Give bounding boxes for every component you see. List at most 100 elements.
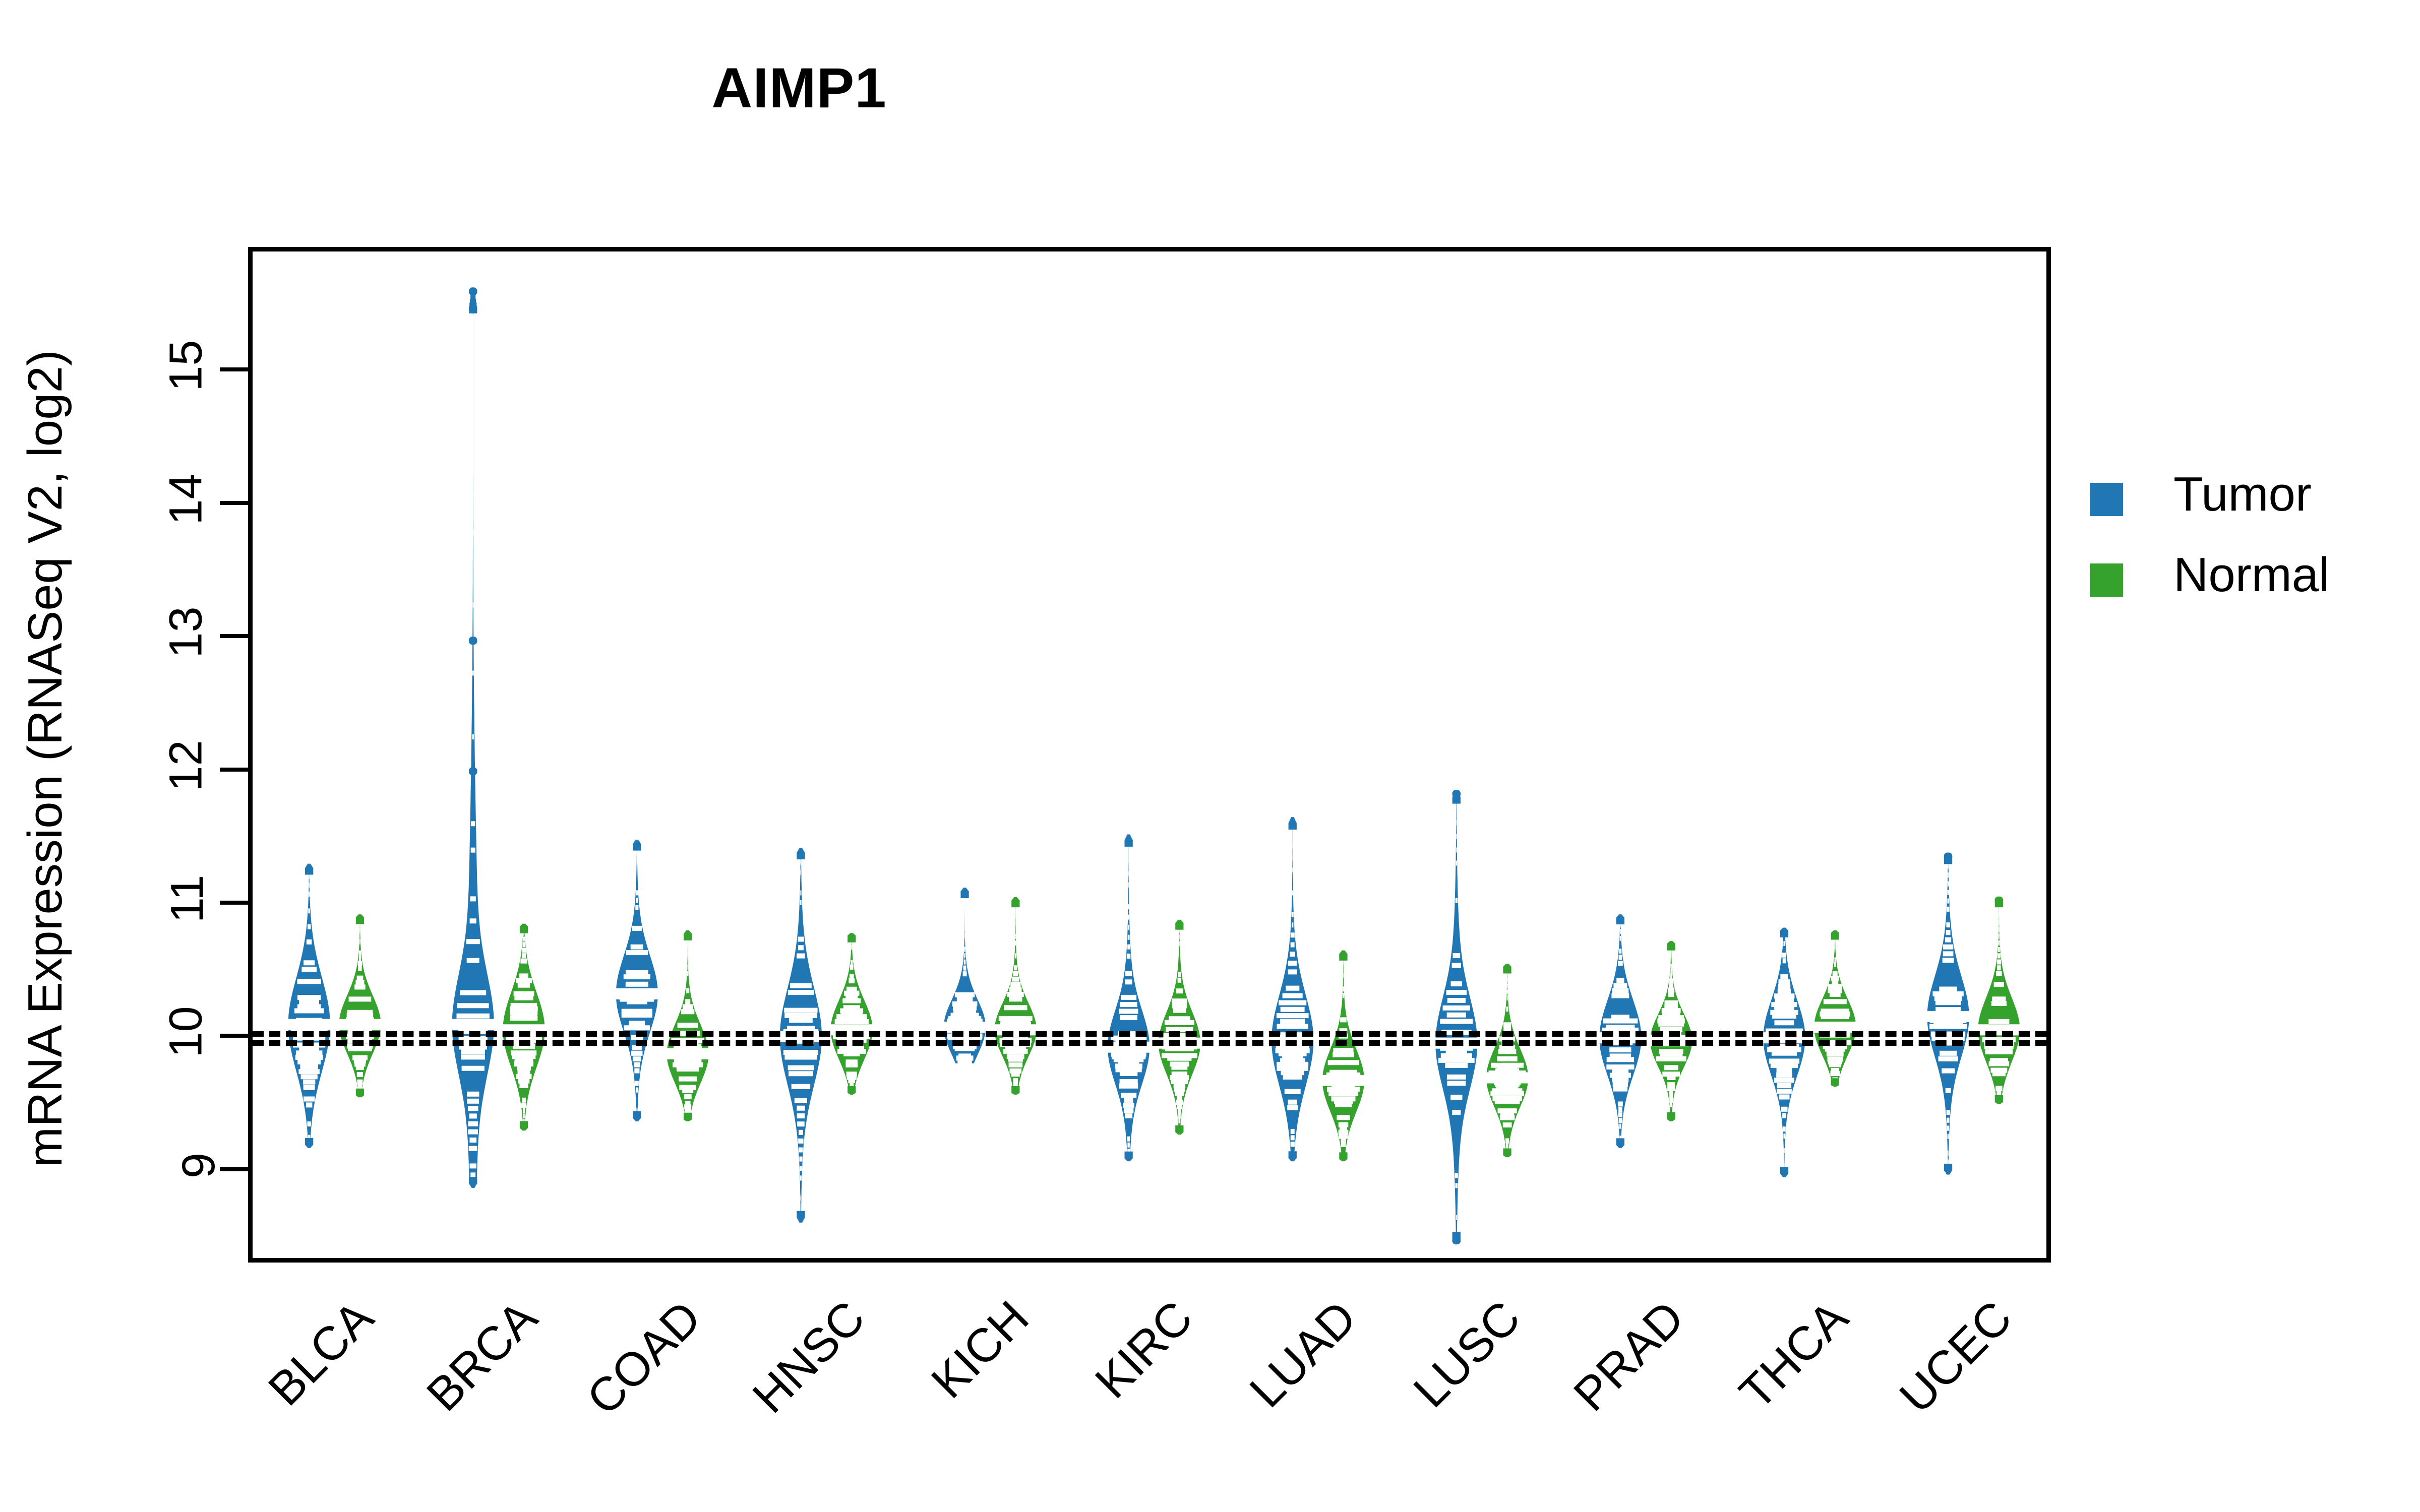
y-axis-tick-label: 11 xyxy=(0,872,213,933)
tail-strip xyxy=(308,863,311,871)
outlier-point xyxy=(1452,790,1461,798)
tail-strip xyxy=(1669,941,1673,949)
violin-ucec-tumor xyxy=(1926,852,1970,1175)
tail-strip xyxy=(1947,1167,1950,1175)
x-axis-tick-label-text: BLCA xyxy=(258,1290,383,1416)
reference-line xyxy=(253,1031,2046,1037)
y-axis-tick-label: 13 xyxy=(0,606,212,666)
chart-canvas: AIMP1 mRNA Expression (RNASeq V2, log2) … xyxy=(0,0,2420,1512)
x-axis-tick-label-text: THCA xyxy=(1729,1290,1858,1419)
violin-body xyxy=(616,848,658,1114)
y-axis-tick xyxy=(220,767,248,772)
tail-strip xyxy=(1178,1127,1181,1135)
y-axis-tick-label: 15 xyxy=(0,339,212,400)
tail-strip xyxy=(799,1215,803,1223)
violin-hnsc-normal xyxy=(830,933,873,1095)
violin-luad-tumor xyxy=(1271,817,1314,1162)
tail-strip xyxy=(799,848,803,855)
tail-strip xyxy=(1669,1114,1673,1121)
y-axis-tick-label-text: 9 xyxy=(172,1152,224,1178)
y-axis-tick-label-text: 15 xyxy=(160,340,212,392)
y-axis-tick-label: 10 xyxy=(0,1005,212,1066)
median-line xyxy=(1926,1011,1970,1022)
tail-strip xyxy=(1014,897,1017,904)
tail-strip xyxy=(686,930,690,937)
y-axis-tick-label-text: 10 xyxy=(160,1006,212,1058)
median-line xyxy=(451,1019,495,1030)
tail-strip xyxy=(1833,1080,1837,1087)
violin-kich-tumor xyxy=(943,888,986,1065)
violin-thca-normal xyxy=(1813,930,1857,1087)
median-line xyxy=(287,1019,331,1030)
x-axis-tick-label-text: BRCA xyxy=(416,1290,547,1421)
median-line xyxy=(1486,1072,1529,1084)
tail-strip xyxy=(1505,1150,1509,1158)
tail-strip xyxy=(522,1123,526,1131)
y-axis-tick-label: 14 xyxy=(0,473,212,533)
chart-title: AIMP1 xyxy=(711,56,887,119)
outlier-point xyxy=(468,637,477,645)
violin-kirc-tumor xyxy=(1107,834,1151,1162)
x-axis-tick-label-text: LUSC xyxy=(1403,1290,1531,1418)
legend-label: Normal xyxy=(2173,548,2330,602)
tail-strip xyxy=(1291,1154,1294,1162)
y-axis-tick-label-text: 11 xyxy=(161,874,213,923)
median-line xyxy=(1322,1075,1365,1086)
y-axis-tick xyxy=(220,634,248,639)
y-axis-tick-label-text: 13 xyxy=(160,606,212,658)
tail-strip xyxy=(1833,930,1837,937)
tail-strip xyxy=(1618,1141,1622,1148)
tail-strip xyxy=(1505,964,1509,971)
violin-brca-normal xyxy=(502,923,546,1131)
x-axis-tick-label-text: KIRC xyxy=(1084,1290,1202,1408)
tail-strip xyxy=(1291,817,1294,825)
tail-strip xyxy=(358,1090,361,1098)
y-axis-tick xyxy=(220,500,248,505)
tail-strip xyxy=(1342,950,1345,958)
tail-strip xyxy=(850,933,854,940)
tail-strip xyxy=(1618,914,1622,922)
tail-strip xyxy=(963,888,966,895)
tail-strip xyxy=(635,840,639,847)
tail-strip xyxy=(1127,1154,1130,1162)
x-axis-tick-label-text: KICH xyxy=(921,1290,1039,1408)
violin-blca-tumor xyxy=(287,863,331,1148)
tail-strip xyxy=(686,1114,690,1121)
violin-kich-normal xyxy=(994,897,1037,1095)
legend-swatch-icon xyxy=(2090,563,2123,597)
outlier-point xyxy=(1944,852,1953,861)
violin-thca-tumor xyxy=(1763,927,1806,1177)
tail-strip xyxy=(850,1087,854,1095)
violin-body xyxy=(1435,801,1478,1235)
tail-strip xyxy=(1014,1087,1017,1095)
data-point-strips xyxy=(1817,936,1853,1083)
legend-swatch-icon xyxy=(2090,483,2123,516)
tail-strip xyxy=(358,914,361,922)
y-axis-tick xyxy=(220,1034,248,1038)
violin-layer xyxy=(287,287,2021,1245)
tail-strip xyxy=(1997,1097,2001,1104)
y-axis-tick xyxy=(220,367,248,372)
tail-strip xyxy=(635,1114,639,1121)
tail-strip xyxy=(1178,919,1181,927)
median-line xyxy=(615,988,658,999)
violin-lusc-tumor xyxy=(1435,790,1478,1245)
x-axis-tick-label-text: HNSC xyxy=(742,1290,875,1423)
x-axis-tick-label-text: UCEC xyxy=(1889,1290,2022,1423)
violin-coad-normal xyxy=(666,930,709,1121)
legend-label: Tumor xyxy=(2173,467,2312,521)
tail-strip xyxy=(1782,927,1786,935)
violin-blca-normal xyxy=(338,914,382,1098)
plot-clip xyxy=(253,251,2046,1258)
tail-strip xyxy=(1342,1154,1345,1162)
violin-luad-normal xyxy=(1322,950,1365,1162)
y-axis-tick-label-text: 14 xyxy=(160,473,212,525)
tail-strip xyxy=(522,923,526,931)
x-axis-tick-label-text: PRAD xyxy=(1563,1290,1695,1421)
violin-lusc-normal xyxy=(1486,964,1529,1158)
x-axis-tick-label-text: COAD xyxy=(576,1290,711,1425)
violin-kirc-normal xyxy=(1158,919,1201,1135)
tail-strip xyxy=(308,1141,311,1148)
y-axis-tick-label-text: 12 xyxy=(160,739,212,792)
outlier-point xyxy=(1994,896,2004,905)
